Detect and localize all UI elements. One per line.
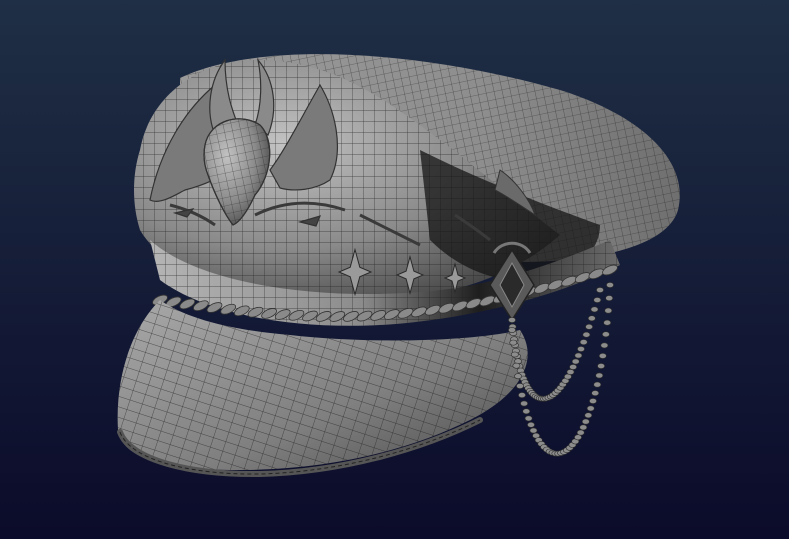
chain-link bbox=[508, 317, 516, 323]
chain-link bbox=[597, 363, 605, 369]
chain-link bbox=[518, 392, 526, 398]
chain-link bbox=[602, 331, 610, 338]
chain-link bbox=[604, 307, 613, 314]
chain-link bbox=[605, 295, 614, 301]
chain-link bbox=[585, 323, 593, 330]
chain-link bbox=[512, 362, 521, 369]
chain-link bbox=[595, 372, 604, 379]
chain-link bbox=[510, 351, 519, 358]
chain-link bbox=[529, 427, 538, 434]
chain-link bbox=[516, 383, 524, 389]
chain-link bbox=[584, 412, 593, 419]
chain-link bbox=[596, 287, 604, 293]
chain-link bbox=[603, 319, 612, 326]
chain-link bbox=[593, 297, 602, 303]
chain-link bbox=[576, 429, 585, 436]
chain-link bbox=[579, 339, 588, 345]
chain-link bbox=[574, 352, 583, 359]
chain-link bbox=[593, 381, 602, 388]
chain-link bbox=[520, 400, 528, 407]
chain-link bbox=[577, 346, 585, 352]
chain-link bbox=[571, 358, 580, 365]
chain-link bbox=[591, 390, 600, 396]
peaked-cap-model bbox=[0, 0, 789, 539]
chain-link bbox=[600, 342, 609, 349]
chain-link bbox=[587, 315, 596, 322]
chain-link bbox=[569, 364, 577, 370]
chain-link bbox=[566, 369, 575, 375]
chain-link bbox=[598, 352, 607, 359]
chain-link bbox=[582, 331, 591, 338]
chain-link bbox=[581, 418, 590, 425]
chain-link bbox=[527, 421, 535, 428]
chain-link bbox=[514, 373, 522, 380]
chain-link bbox=[579, 424, 588, 431]
chain-link bbox=[522, 408, 531, 415]
chain-link bbox=[589, 398, 597, 404]
chain-link bbox=[586, 405, 595, 412]
chain-link bbox=[509, 339, 518, 346]
chain-link bbox=[508, 327, 516, 333]
chain-link bbox=[590, 306, 599, 313]
3d-viewport[interactable] bbox=[0, 0, 789, 539]
chain-link bbox=[606, 282, 614, 288]
chain-link bbox=[524, 415, 533, 422]
